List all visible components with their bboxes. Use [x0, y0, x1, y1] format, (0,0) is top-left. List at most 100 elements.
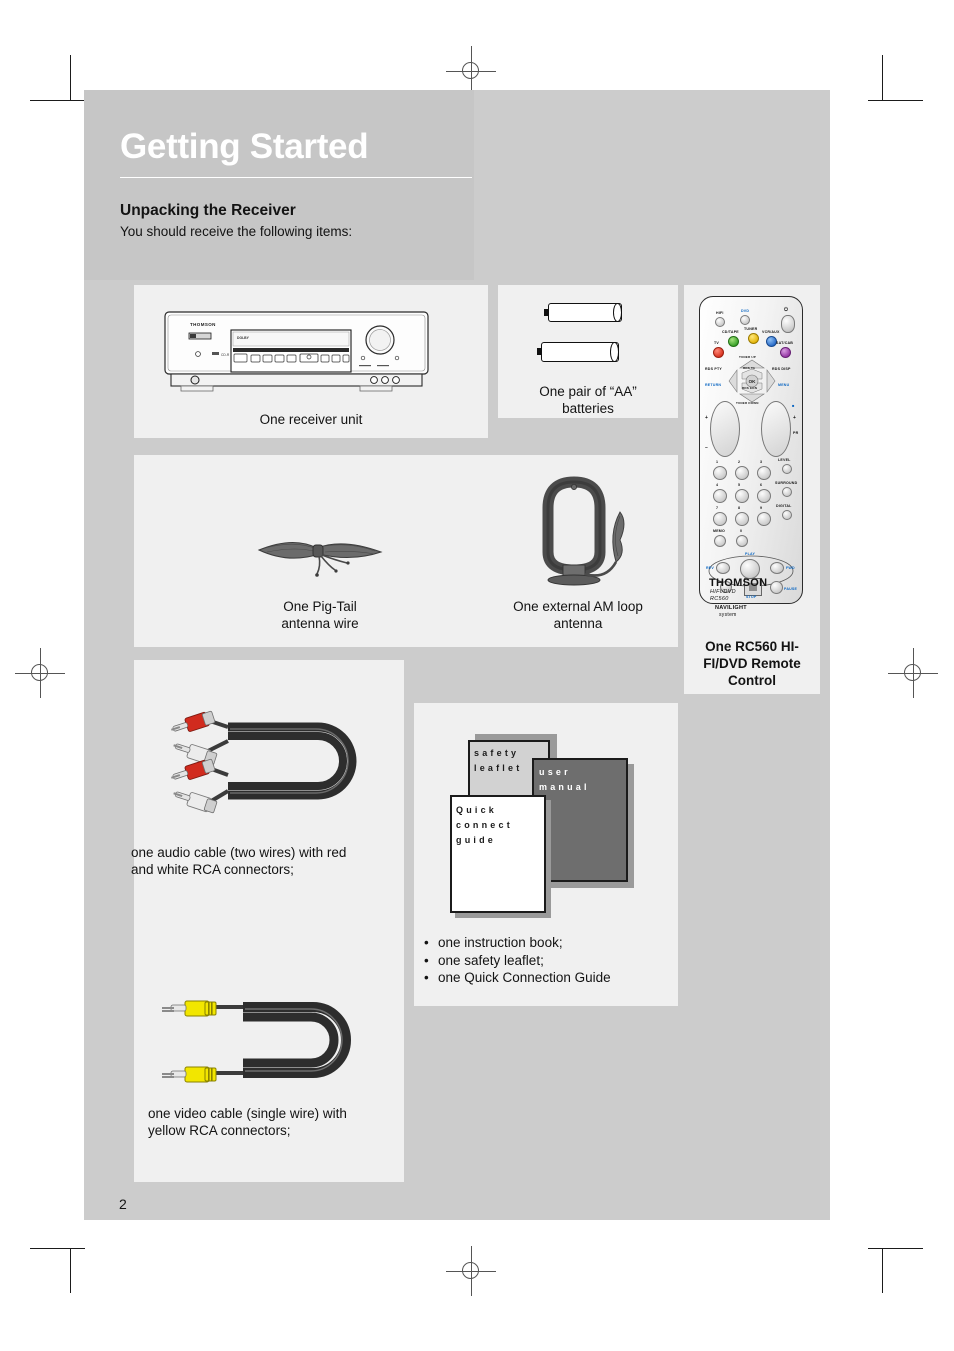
svg-text:OK: OK [749, 379, 757, 384]
remote-button-tuner[interactable] [748, 333, 759, 344]
page-title: Getting Started [120, 127, 369, 166]
safety-leaflet-line2: leaflet [474, 763, 523, 773]
crop-mark-top-left-vertical [70, 55, 71, 100]
remote-label-rds-eon: RDS EON [742, 386, 758, 390]
am-loop-caption-line2: antenna [553, 616, 603, 631]
remote-label-fwd: FWD [786, 566, 795, 570]
remote-label-pause: PAUSE [784, 587, 798, 591]
pigtail-caption-line1: One Pig-Tail [283, 599, 357, 614]
pigtail-antenna-illustration [257, 542, 383, 577]
section-subtext: You should receive the following items: [120, 224, 353, 239]
section-heading: Unpacking the Receiver [120, 202, 296, 219]
list-item: • one safety leaflet; [424, 952, 674, 970]
remote-volume-rocker[interactable] [710, 401, 740, 457]
remote-label-key-6: 6 [760, 483, 763, 487]
remote-label-cdtape: CD/TAPE [722, 330, 739, 334]
remote-button-dvd[interactable] [740, 315, 750, 325]
pigtail-caption-line2: antenna wire [281, 616, 359, 631]
remote-key-3[interactable] [757, 466, 771, 480]
remote-label-tuner: TUNER [744, 327, 758, 331]
remote-label-key-3: 3 [760, 460, 763, 464]
battery-2 [537, 342, 619, 362]
quick-connect-line3: guide [456, 835, 496, 845]
remote-key-level[interactable] [782, 464, 792, 474]
remote-label-key-1: 1 [716, 460, 719, 464]
title-rule [120, 177, 472, 178]
remote-key-pause[interactable] [770, 581, 783, 594]
bullet-dot-icon: • [424, 952, 429, 968]
remote-key-6[interactable] [757, 489, 771, 503]
remote-system-line1: NAVILIGHT [715, 605, 747, 611]
safety-leaflet-line1: safety [474, 748, 520, 758]
remote-label-key-8: 8 [738, 506, 741, 510]
am-loop-antenna-illustration [542, 476, 625, 586]
remote-label-key-2: 2 [738, 460, 741, 464]
remote-key-9[interactable] [757, 512, 771, 526]
receiver-unit-illustration: THOMSON CD-R DOLBY [164, 311, 429, 392]
remote-key-0[interactable] [736, 535, 748, 547]
remote-button-satcab[interactable] [780, 347, 791, 358]
remote-label-stop: STOP [746, 595, 757, 599]
manuals-bullet-list: • one instruction book; • one safety leafl… [424, 934, 674, 987]
remote-label-dvd: DVD [741, 309, 750, 313]
crop-mark-top-right-vertical [882, 55, 883, 100]
remote-label-menu: MENU [778, 383, 790, 387]
crop-mark-bottom-right-horizontal [868, 1248, 923, 1249]
remote-key-8[interactable] [735, 512, 749, 526]
remote-label-key-0: 0 [740, 529, 743, 533]
audio-cable-illustration [171, 710, 357, 814]
registration-target-right [888, 648, 938, 698]
bullet-text: one safety leaflet; [438, 952, 544, 968]
remote-label-rds-pty: RDS PTY [705, 367, 722, 371]
remote-label-pr: PR [793, 431, 799, 435]
user-manual-line2: manual [539, 782, 590, 792]
video-cable-caption-line2: yellow RCA connectors; [148, 1123, 291, 1138]
remote-model-line1: HIFI/DVD [710, 589, 736, 595]
remote-button-tv[interactable] [713, 347, 724, 358]
audio-cable-caption-line2: and white RCA connectors; [131, 862, 294, 877]
remote-label-surround: SURROUND [775, 481, 798, 485]
header-band [84, 90, 474, 280]
remote-label-mute-icon: ■ [792, 403, 795, 408]
crop-mark-bottom-right-vertical [882, 1248, 883, 1293]
remote-label-key-4: 4 [716, 483, 719, 487]
remote-caption-line2: FI/DVD Remote [703, 656, 801, 671]
svg-text:CD-R: CD-R [221, 353, 230, 357]
remote-key-2[interactable] [735, 466, 749, 480]
remote-label-volume-minus: – [705, 445, 708, 451]
remote-model-line2: RC560 [710, 596, 729, 602]
remote-key-rev[interactable] [716, 562, 730, 574]
remote-key-4[interactable] [713, 489, 727, 503]
batteries-caption-line1: One pair of “AA” [539, 384, 637, 399]
remote-key-7[interactable] [713, 512, 727, 526]
quick-connect-line1: Quick [456, 805, 498, 815]
remote-label-digital: DIGITAL [776, 504, 792, 508]
remote-key-1[interactable] [713, 466, 727, 480]
remote-key-5[interactable] [735, 489, 749, 503]
remote-key-surround[interactable] [782, 487, 792, 497]
svg-text:DOLBY: DOLBY [237, 336, 250, 340]
bullet-text: one Quick Connection Guide [438, 970, 611, 985]
remote-key-play[interactable] [740, 559, 760, 579]
remote-key-memo[interactable] [714, 535, 726, 547]
list-item: • one instruction book; [424, 934, 674, 952]
battery-1 [544, 303, 622, 322]
remote-button-hifi[interactable] [715, 317, 725, 327]
receiver-caption: One receiver unit [259, 412, 363, 427]
video-cable-caption-line1: one video cable (single wire) with [148, 1106, 347, 1121]
remote-key-fwd[interactable] [770, 562, 784, 574]
remote-label-memo: MEMO [713, 529, 725, 533]
remote-key-digital[interactable] [782, 510, 792, 520]
remote-button-power[interactable] [781, 315, 795, 333]
remote-control-illustration: HIFI DVD ⏻ CD/TAPE TUNER VCR/AUX TV SAT/… [699, 296, 803, 604]
audio-cable-caption-line1: one audio cable (two wires) with red [131, 845, 347, 860]
remote-program-rocker[interactable] [761, 401, 791, 457]
registration-target-bottom [446, 1246, 496, 1296]
remote-label-rev: REV [706, 566, 714, 570]
remote-label-tv: TV [714, 341, 719, 345]
am-loop-caption-line1: One external AM loop [513, 599, 643, 614]
remote-caption-line1: One RC560 HI- [705, 639, 799, 654]
remote-caption-line3: Control [728, 673, 776, 688]
video-cable-illustration [162, 1000, 351, 1083]
remote-button-cdtape[interactable] [728, 336, 739, 347]
